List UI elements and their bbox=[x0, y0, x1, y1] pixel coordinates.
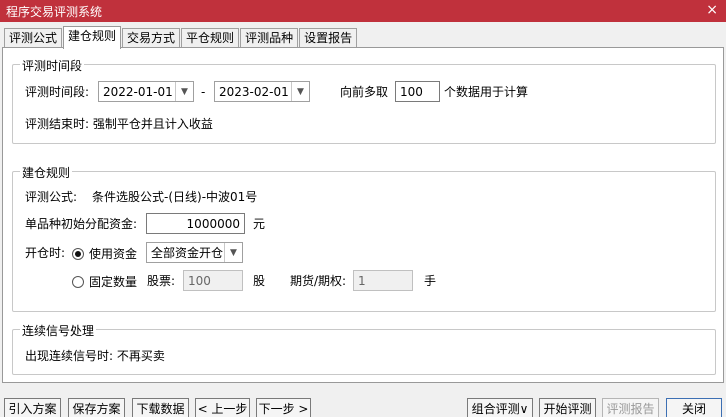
position-legend: 建仓规则 bbox=[20, 164, 73, 181]
stock-qty-value: 100 bbox=[188, 273, 211, 288]
formula-label: 评测公式: bbox=[25, 190, 78, 204]
import-plan-button[interactable]: 引入方案 bbox=[4, 398, 61, 417]
tab-formula[interactable]: 评测公式 bbox=[4, 28, 63, 48]
title-bar: 程序交易评测系统 × bbox=[0, 0, 726, 22]
chevron-down-icon[interactable]: ▼ bbox=[224, 243, 242, 262]
period-group: 评测时间段 评测时间段: 2022-01-01 ▼ - 2023-02-01 ▼… bbox=[12, 57, 716, 144]
futures-qty-input[interactable]: 1 bbox=[353, 270, 413, 291]
use-capital-radio[interactable]: 使用资金 bbox=[72, 245, 137, 262]
signal-text: 出现连续信号时: 不再买卖 bbox=[25, 349, 165, 363]
close-icon[interactable]: × bbox=[706, 2, 718, 18]
fixed-qty-radio[interactable]: 固定数量 bbox=[72, 273, 137, 290]
close-button[interactable]: 关闭 bbox=[666, 398, 722, 417]
signal-group: 连续信号处理 出现连续信号时: 不再买卖 bbox=[12, 322, 716, 375]
combo-eval-button[interactable]: 组合评测∨ bbox=[467, 398, 533, 417]
fixed-qty-label: 固定数量 bbox=[89, 275, 138, 289]
window-title: 程序交易评测系统 bbox=[6, 4, 103, 19]
futures-qty-value: 1 bbox=[358, 273, 366, 288]
chevron-down-icon[interactable]: ▼ bbox=[291, 82, 309, 101]
tab-position-rules[interactable]: 建仓规则 bbox=[63, 26, 122, 49]
tab-bar: 评测公式 建仓规则 交易方式 平仓规则 评测品种 设置报告 bbox=[4, 26, 358, 49]
period-legend: 评测时间段 bbox=[20, 57, 85, 74]
capital-input[interactable]: 1000000 bbox=[146, 213, 245, 234]
formula-value: 条件选股公式-(日线)-中波01号 bbox=[92, 190, 258, 204]
capital-label: 单品种初始分配资金: bbox=[25, 217, 138, 231]
lookback-suffix: 个数据用于计算 bbox=[444, 85, 529, 99]
radio-unchecked-icon[interactable] bbox=[72, 275, 84, 288]
futures-label: 期货/期权: bbox=[290, 274, 347, 288]
stock-qty-input[interactable]: 100 bbox=[183, 270, 243, 291]
stock-label: 股票: bbox=[147, 274, 176, 288]
tab-instruments[interactable]: 评测品种 bbox=[240, 28, 299, 48]
tab-panel: 评测时间段 评测时间段: 2022-01-01 ▼ - 2023-02-01 ▼… bbox=[2, 47, 724, 383]
open-label: 开仓时: bbox=[25, 246, 66, 260]
capital-unit: 元 bbox=[253, 217, 266, 231]
capital-mode-value: 全部资金开仓 bbox=[151, 246, 224, 260]
end-date-picker[interactable]: 2023-02-01 ▼ bbox=[214, 81, 310, 102]
lookback-value: 100 bbox=[400, 84, 423, 99]
end-note: 评测结束时: 强制平仓并且计入收益 bbox=[25, 117, 213, 131]
futures-unit: 手 bbox=[424, 274, 437, 288]
date-separator: - bbox=[201, 85, 206, 99]
tab-trade-mode[interactable]: 交易方式 bbox=[122, 28, 181, 48]
capital-mode-select[interactable]: 全部资金开仓 ▼ bbox=[146, 242, 243, 263]
signal-legend: 连续信号处理 bbox=[20, 322, 97, 339]
eval-report-button[interactable]: 评测报告 bbox=[602, 398, 659, 417]
position-group: 建仓规则 评测公式: 条件选股公式-(日线)-中波01号 单品种初始分配资金: … bbox=[12, 164, 716, 312]
use-capital-label: 使用资金 bbox=[89, 247, 138, 261]
end-date-value: 2023-02-01 bbox=[219, 84, 289, 99]
chevron-down-icon[interactable]: ▼ bbox=[175, 82, 193, 101]
stock-unit: 股 bbox=[253, 274, 266, 288]
tab-close-rules[interactable]: 平仓规则 bbox=[181, 28, 240, 48]
prev-step-button[interactable]: < 上一步 bbox=[195, 398, 250, 417]
start-eval-button[interactable]: 开始评测 bbox=[539, 398, 596, 417]
start-date-value: 2022-01-01 bbox=[103, 84, 173, 99]
next-step-button[interactable]: 下一步 > bbox=[256, 398, 311, 417]
start-date-picker[interactable]: 2022-01-01 ▼ bbox=[98, 81, 194, 102]
tab-report-settings[interactable]: 设置报告 bbox=[299, 28, 358, 48]
capital-value: 1000000 bbox=[186, 216, 240, 231]
period-label: 评测时间段: bbox=[25, 85, 90, 99]
download-data-button[interactable]: 下载数据 bbox=[132, 398, 189, 417]
lookback-prefix: 向前多取 bbox=[340, 85, 389, 99]
lookback-input[interactable]: 100 bbox=[395, 81, 440, 102]
save-plan-button[interactable]: 保存方案 bbox=[68, 398, 125, 417]
radio-checked-icon[interactable] bbox=[72, 247, 84, 260]
